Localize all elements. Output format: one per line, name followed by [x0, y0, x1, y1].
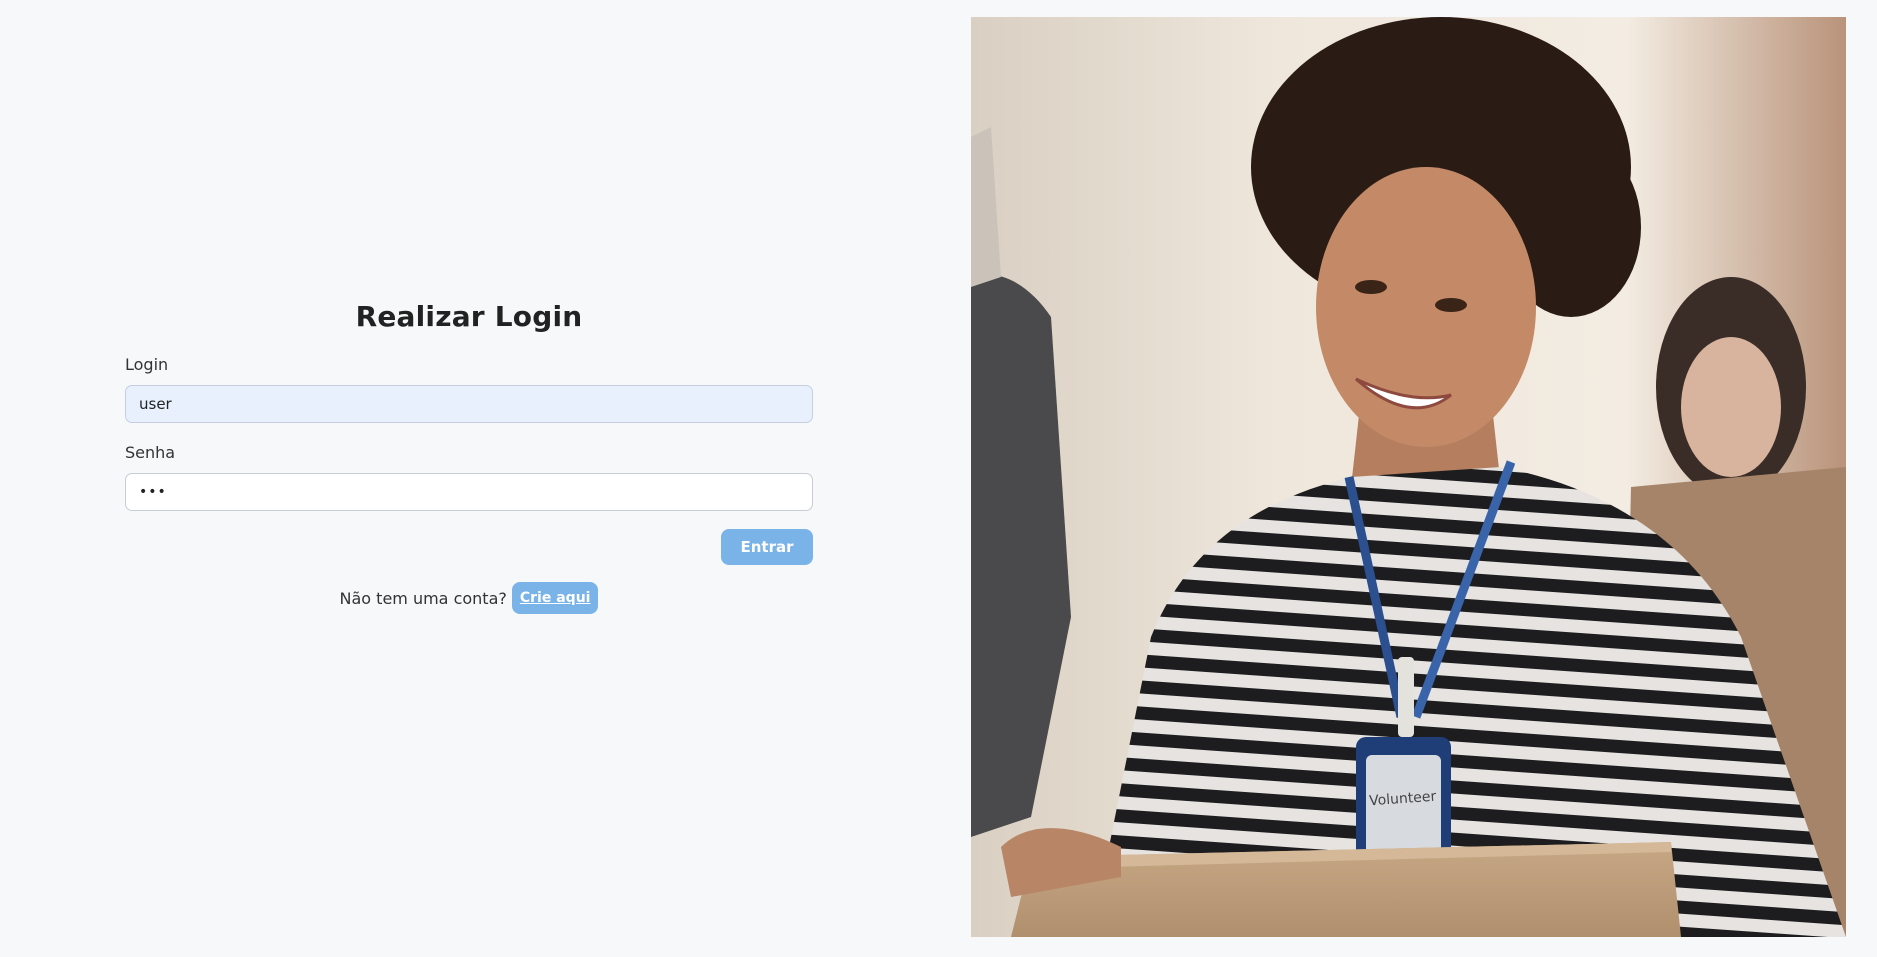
- login-label: Login: [125, 355, 169, 374]
- login-field-group: Login: [125, 355, 813, 423]
- form-actions: Entrar: [125, 529, 813, 565]
- login-panel: Realizar Login Login Senha Entrar Não te…: [0, 0, 970, 957]
- login-input[interactable]: [125, 385, 813, 423]
- password-field-group: Senha: [125, 443, 813, 511]
- hero-image: Volunteer: [971, 17, 1846, 937]
- login-page: Realizar Login Login Senha Entrar Não te…: [0, 0, 1877, 957]
- submit-button[interactable]: Entrar: [721, 529, 813, 565]
- password-label: Senha: [125, 443, 176, 462]
- page-title: Realizar Login: [355, 300, 583, 333]
- login-form: Realizar Login Login Senha Entrar Não te…: [125, 300, 813, 614]
- signup-row: Não tem uma conta? Crie aqui: [125, 582, 813, 614]
- password-input[interactable]: [125, 473, 813, 511]
- signup-prompt: Não tem uma conta?: [339, 588, 507, 608]
- signup-link[interactable]: Crie aqui: [511, 582, 599, 614]
- volunteer-photo: Volunteer: [971, 17, 1846, 937]
